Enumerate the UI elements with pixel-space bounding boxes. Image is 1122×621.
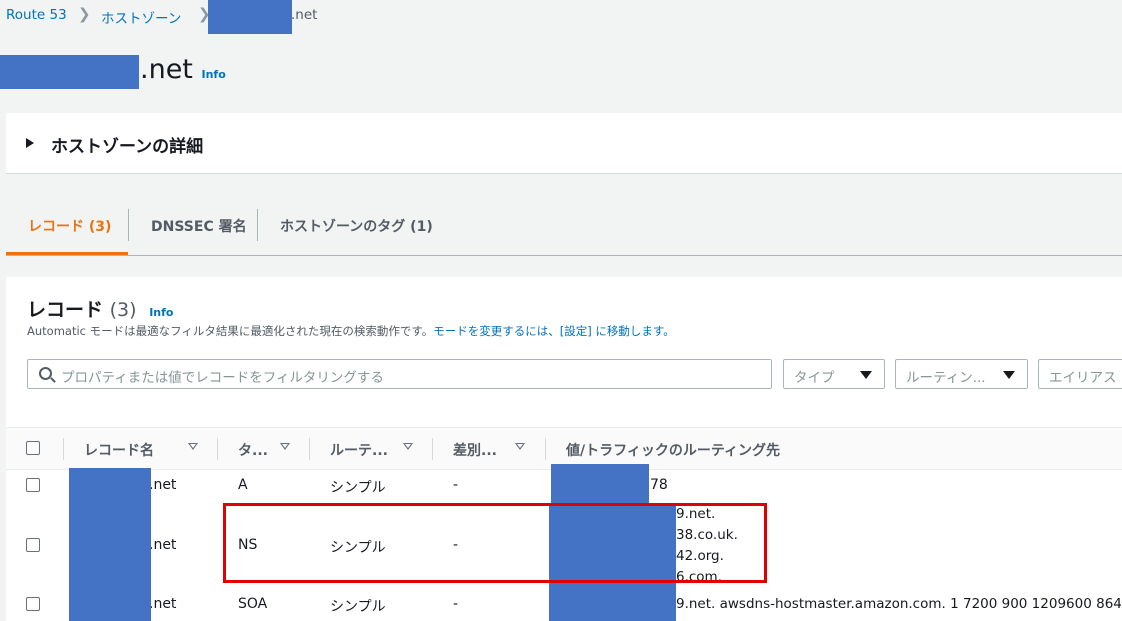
breadcrumb-hosted-zones[interactable]: ホストゾーン <box>101 7 181 27</box>
search-placeholder: プロパティまたは値でレコードをフィルタリングする <box>61 370 384 386</box>
redacted-zone-name <box>0 55 139 89</box>
column-divider <box>309 438 310 460</box>
record-differentiator: - <box>453 596 459 612</box>
column-header-routing[interactable]: ルーテ... <box>330 440 388 460</box>
record-type: SOA <box>238 596 268 612</box>
record-routing: シンプル <box>330 480 386 496</box>
record-name[interactable]: .net <box>149 477 176 493</box>
description-text: Automatic モードは最適なフィルタ結果に最適化された現在の検索動作です。 <box>27 324 434 338</box>
tab-tags[interactable]: ホストゾーンのタグ (1) <box>280 216 433 236</box>
record-value: 9.net. awsdns-hostmaster.amazon.com. 1 7… <box>676 596 1122 612</box>
change-mode-link[interactable]: モードを変更するには、[設定] に移動します。 <box>433 324 674 338</box>
chevron-down-icon <box>860 371 872 379</box>
record-search-input[interactable]: プロパティまたは値でレコードをフィルタリングする <box>27 359 772 389</box>
redacted-record-names <box>69 468 151 621</box>
alias-filter-dropdown[interactable]: エイリアス <box>1038 359 1122 389</box>
tab-bar: レコード (3) DNSSEC 署名 ホストゾーンのタグ (1) <box>6 175 1122 256</box>
page-title: .net Info <box>140 54 226 85</box>
records-count: (3) <box>109 299 137 321</box>
record-name[interactable]: .net <box>149 537 176 553</box>
redacted-record-value <box>551 464 649 504</box>
info-link[interactable]: Info <box>202 68 226 81</box>
sort-icon[interactable] <box>280 443 290 450</box>
tab-divider <box>128 209 129 241</box>
search-icon <box>39 367 52 380</box>
record-routing: シンプル <box>330 599 386 615</box>
records-info-link[interactable]: Info <box>149 306 173 319</box>
record-differentiator: - <box>453 477 459 493</box>
routing-filter-label: ルーティン... <box>906 370 986 386</box>
expand-caret-icon <box>26 138 34 148</box>
column-divider <box>432 438 433 460</box>
ns-record-highlight-box <box>223 503 767 583</box>
breadcrumb-current-zone: .net <box>291 7 318 23</box>
records-title: レコード <box>27 299 104 321</box>
zone-name-suffix: .net <box>140 54 193 85</box>
row-checkbox[interactable] <box>26 597 40 611</box>
tab-divider <box>257 209 258 241</box>
select-all-checkbox[interactable] <box>26 441 40 455</box>
column-divider <box>217 438 218 460</box>
hosted-zone-details-expander[interactable]: ホストゾーンの詳細 <box>6 113 1122 174</box>
column-divider <box>63 438 64 460</box>
tab-dnssec[interactable]: DNSSEC 署名 <box>151 216 247 236</box>
record-type: A <box>238 477 248 493</box>
alias-filter-label: エイリアス <box>1049 370 1117 386</box>
column-header-value[interactable]: 値/トラフィックのルーティング先 <box>566 440 780 460</box>
column-header-differentiator[interactable]: 差別... <box>453 440 497 460</box>
tab-records[interactable]: レコード (3) <box>28 216 111 236</box>
redacted-zone-name <box>208 0 292 34</box>
records-heading: レコード (3) Info <box>27 295 173 322</box>
sort-icon[interactable] <box>188 443 198 450</box>
routing-filter-dropdown[interactable]: ルーティン... <box>895 359 1028 389</box>
column-header-record-name[interactable]: レコード名 <box>84 440 154 460</box>
row-checkbox[interactable] <box>26 538 40 552</box>
active-tab-indicator <box>6 252 128 255</box>
record-value: 78 <box>650 477 668 493</box>
chevron-down-icon <box>1003 371 1015 379</box>
column-divider <box>545 438 546 460</box>
type-filter-label: タイプ <box>794 370 835 386</box>
sort-icon[interactable] <box>403 443 413 450</box>
record-name[interactable]: .net <box>149 596 176 612</box>
column-header-type[interactable]: タ... <box>238 440 268 460</box>
details-label: ホストゾーンの詳細 <box>51 137 204 157</box>
sort-icon[interactable] <box>515 443 525 450</box>
type-filter-dropdown[interactable]: タイプ <box>783 359 885 389</box>
records-description: Automatic モードは最適なフィルタ結果に最適化された現在の検索動作です。… <box>27 323 675 339</box>
row-checkbox[interactable] <box>26 478 40 492</box>
breadcrumb-separator-icon: ❯ <box>78 5 91 23</box>
breadcrumb-route53[interactable]: Route 53 <box>6 7 67 23</box>
